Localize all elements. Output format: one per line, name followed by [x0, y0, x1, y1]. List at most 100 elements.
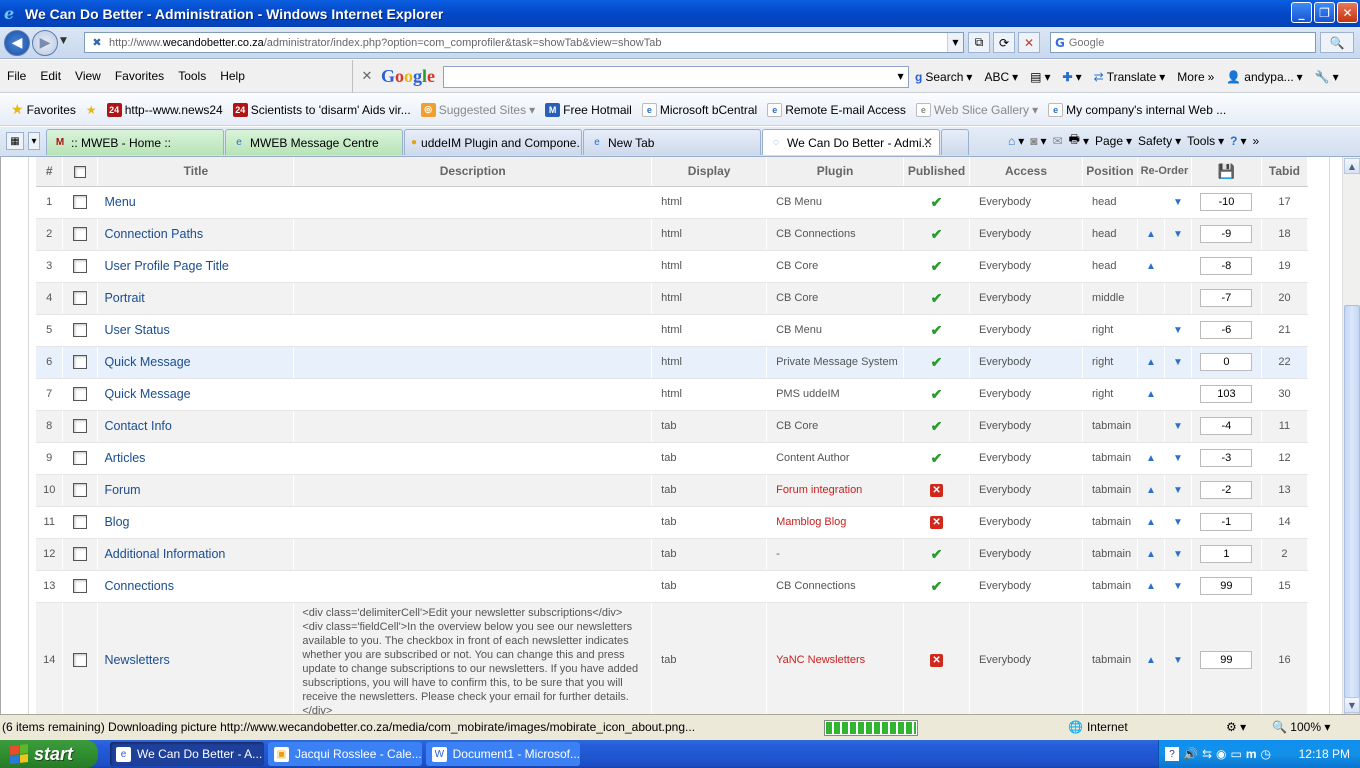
unpublished-x-icon[interactable]: ✕: [930, 653, 944, 667]
tab-list-dropdown-icon[interactable]: ▾: [28, 132, 40, 150]
settings-button[interactable]: 🔧 ▾: [1309, 70, 1345, 84]
search-box[interactable]: G: [1050, 32, 1316, 53]
minimize-button[interactable]: _: [1291, 2, 1312, 23]
row-access[interactable]: Everybody: [969, 314, 1083, 347]
tab-mweb-home[interactable]: M:: MWEB - Home ::: [46, 129, 224, 155]
col-position[interactable]: Position: [1082, 157, 1138, 187]
row-checkbox[interactable]: [73, 451, 88, 465]
row-title-link[interactable]: Forum: [98, 483, 140, 497]
close-button[interactable]: ✕: [1337, 2, 1358, 23]
row-checkbox[interactable]: [73, 227, 88, 241]
forward-button[interactable]: ▶: [32, 30, 58, 56]
fav-link-web-slice[interactable]: e Web Slice Gallery ▾: [911, 102, 1043, 117]
col-plugin[interactable]: Plugin: [766, 157, 905, 187]
row-title-link[interactable]: Connection Paths: [98, 227, 203, 241]
tools-menu[interactable]: Tools ▾: [1187, 134, 1224, 148]
row-title-link[interactable]: Additional Information: [98, 547, 225, 561]
security-zone[interactable]: 🌐 Internet: [1068, 720, 1128, 734]
row-access[interactable]: Everybody: [969, 602, 1083, 714]
search-go-button[interactable]: 🔍: [1320, 32, 1354, 53]
add-favorite-icon[interactable]: ★: [81, 103, 102, 117]
published-check-icon[interactable]: ✔: [931, 418, 943, 434]
published-check-icon[interactable]: ✔: [931, 354, 943, 370]
order-input[interactable]: 99: [1200, 651, 1253, 669]
published-check-icon[interactable]: ✔: [931, 194, 943, 210]
google-search-button[interactable]: g Search ▾: [909, 70, 978, 84]
move-up-icon[interactable]: ▲: [1146, 261, 1156, 272]
url-field[interactable]: ✖ http://www.wecandobetter.co.za/adminis…: [84, 32, 964, 53]
url-dropdown-icon[interactable]: ▼: [947, 33, 963, 52]
spellcheck-button[interactable]: ABC ▾: [978, 70, 1024, 84]
search-input[interactable]: [1068, 36, 1289, 49]
translate-button[interactable]: ⇄ Translate ▾: [1088, 70, 1172, 84]
page-menu[interactable]: Page ▾: [1095, 134, 1132, 148]
clock-tray-icon[interactable]: ◷: [1261, 747, 1271, 761]
row-access[interactable]: Everybody: [969, 250, 1083, 283]
network-icon[interactable]: ⇆: [1202, 747, 1212, 761]
row-title-link[interactable]: Portrait: [98, 291, 144, 305]
order-input[interactable]: 0: [1200, 353, 1253, 371]
row-title-link[interactable]: Menu: [98, 195, 135, 209]
tab-uddeim[interactable]: ● uddeIM Plugin and Compone...: [404, 129, 582, 155]
col-title[interactable]: Title: [97, 157, 295, 187]
row-title-link[interactable]: Contact Info: [98, 419, 171, 433]
col-description[interactable]: Description: [293, 157, 653, 187]
published-check-icon[interactable]: ✔: [931, 450, 943, 466]
tab-we-can-do-better[interactable]: ◌ We Can Do Better - Admi... ✕: [762, 129, 940, 155]
row-title-link[interactable]: Quick Message: [98, 387, 190, 401]
published-check-icon[interactable]: ✔: [931, 258, 943, 274]
move-down-icon[interactable]: ▼: [1173, 581, 1183, 592]
row-access[interactable]: Everybody: [969, 282, 1083, 315]
move-up-icon[interactable]: ▲: [1146, 517, 1156, 528]
row-checkbox[interactable]: [73, 355, 88, 369]
row-access[interactable]: Everybody: [969, 538, 1083, 571]
order-input[interactable]: -2: [1200, 481, 1253, 499]
unpublished-x-icon[interactable]: ✕: [930, 483, 944, 497]
move-up-icon[interactable]: ▲: [1146, 453, 1156, 464]
move-down-icon[interactable]: ▼: [1173, 197, 1183, 208]
row-checkbox[interactable]: [73, 547, 88, 561]
row-access[interactable]: Everybody: [969, 346, 1083, 379]
col-display[interactable]: Display: [651, 157, 768, 187]
tab-mweb-message-centre[interactable]: e MWEB Message Centre: [225, 129, 403, 155]
order-input[interactable]: 103: [1200, 385, 1253, 403]
order-input[interactable]: 1: [1200, 545, 1253, 563]
more-commands-icon[interactable]: »: [1253, 134, 1260, 148]
row-access[interactable]: Everybody: [969, 378, 1083, 411]
more-button[interactable]: More »: [1171, 70, 1220, 84]
refresh-icon[interactable]: ⟳: [993, 32, 1015, 53]
move-down-icon[interactable]: ▼: [1173, 421, 1183, 432]
add-button[interactable]: ✚ ▾: [1057, 70, 1088, 84]
row-checkbox[interactable]: [73, 387, 88, 401]
help-tray-icon[interactable]: ?: [1165, 747, 1179, 761]
move-up-icon[interactable]: ▲: [1146, 549, 1156, 560]
move-up-icon[interactable]: ▲: [1146, 389, 1156, 400]
compatibility-view-icon[interactable]: ⧉: [968, 32, 990, 53]
row-checkbox[interactable]: [73, 291, 88, 305]
fav-link-suggested-sites[interactable]: ◎ Suggested Sites ▾: [416, 102, 540, 117]
menu-help[interactable]: Help: [213, 69, 252, 83]
move-down-icon[interactable]: ▼: [1173, 549, 1183, 560]
move-down-icon[interactable]: ▼: [1173, 325, 1183, 336]
close-tab-icon[interactable]: ✕: [923, 135, 933, 149]
row-checkbox[interactable]: [73, 579, 88, 593]
tab-new-tab[interactable]: e New Tab: [583, 129, 761, 155]
move-up-icon[interactable]: ▲: [1146, 229, 1156, 240]
favorites-button[interactable]: ★ Favorites: [6, 101, 81, 118]
new-tab-button[interactable]: [941, 129, 969, 155]
fav-link-remote-email[interactable]: e Remote E-mail Access: [762, 102, 911, 117]
vertical-scrollbar[interactable]: ▲ ▼: [1342, 157, 1360, 735]
fav-link-company-web[interactable]: e My company's internal Web ...: [1043, 102, 1231, 117]
menu-favorites[interactable]: Favorites: [108, 69, 171, 83]
back-button[interactable]: ◀: [4, 30, 30, 56]
row-checkbox[interactable]: [73, 419, 88, 433]
taskbar-ie[interactable]: e We Can Do Better - A...: [110, 742, 264, 766]
maximize-button[interactable]: ❐: [1314, 2, 1335, 23]
col-tabid[interactable]: Tabid: [1261, 157, 1309, 187]
scroll-up-icon[interactable]: ▲: [1344, 158, 1360, 174]
fav-link-scientists[interactable]: 24 Scientists to 'disarm' Aids vir...: [228, 102, 416, 117]
order-input[interactable]: -10: [1200, 193, 1253, 211]
row-title-link[interactable]: Newsletters: [98, 653, 169, 667]
fav-link-news24[interactable]: 24 http--www.news24: [102, 102, 228, 117]
row-title-link[interactable]: Connections: [98, 579, 174, 593]
